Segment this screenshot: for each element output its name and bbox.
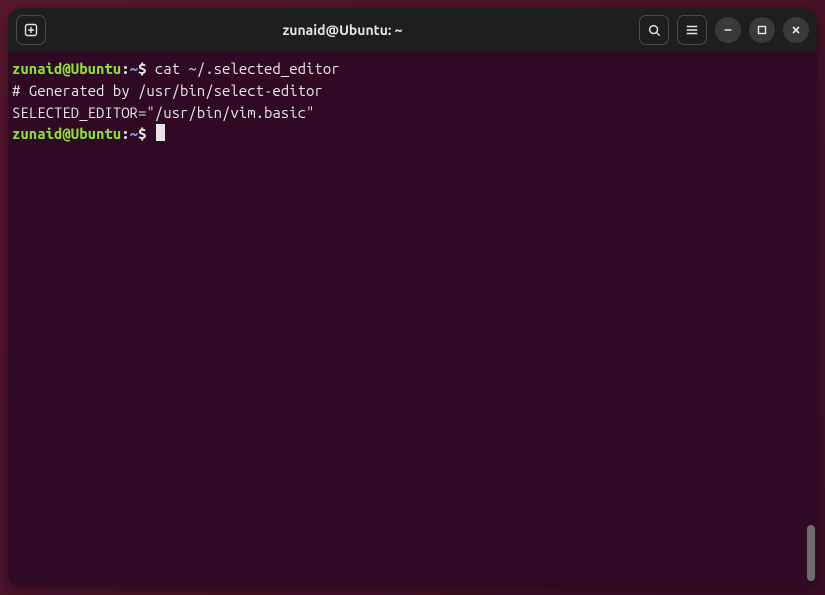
prompt-path: ~ — [130, 125, 138, 142]
maximize-icon — [756, 24, 768, 36]
desktop-background: zunaid@Ubuntu: ~ — [0, 0, 825, 595]
new-tab-icon — [23, 22, 39, 38]
scrollbar-thumb[interactable] — [807, 525, 815, 581]
menu-button[interactable] — [677, 15, 707, 45]
terminal-window: zunaid@Ubuntu: ~ — [8, 8, 817, 587]
output-line-1: # Generated by /usr/bin/select-editor — [12, 80, 813, 102]
window-title: zunaid@Ubuntu: ~ — [52, 22, 633, 38]
minimize-icon — [722, 24, 734, 36]
terminal-body[interactable]: zunaid@Ubuntu:~$ cat ~/.selected_editor … — [8, 52, 817, 587]
search-button[interactable] — [639, 15, 669, 45]
terminal-cursor — [156, 124, 165, 141]
terminal-line-1: zunaid@Ubuntu:~$ cat ~/.selected_editor — [12, 58, 813, 80]
new-tab-button[interactable] — [16, 15, 46, 45]
close-icon — [790, 24, 802, 36]
output-line-2: SELECTED_EDITOR="/usr/bin/vim.basic" — [12, 102, 813, 124]
maximize-button[interactable] — [749, 17, 775, 43]
titlebar: zunaid@Ubuntu: ~ — [8, 8, 817, 52]
terminal-line-prompt: zunaid@Ubuntu:~$ — [12, 123, 813, 145]
prompt-user-host: zunaid@Ubuntu — [12, 125, 121, 142]
minimize-button[interactable] — [715, 17, 741, 43]
prompt-colon: : — [121, 60, 129, 77]
hamburger-icon — [685, 23, 699, 37]
prompt-colon: : — [121, 125, 129, 142]
prompt-path: ~ — [130, 60, 138, 77]
close-button[interactable] — [783, 17, 809, 43]
search-icon — [647, 23, 662, 38]
prompt-user-host: zunaid@Ubuntu — [12, 60, 121, 77]
command-text: cat ~/.selected_editor — [155, 60, 340, 77]
